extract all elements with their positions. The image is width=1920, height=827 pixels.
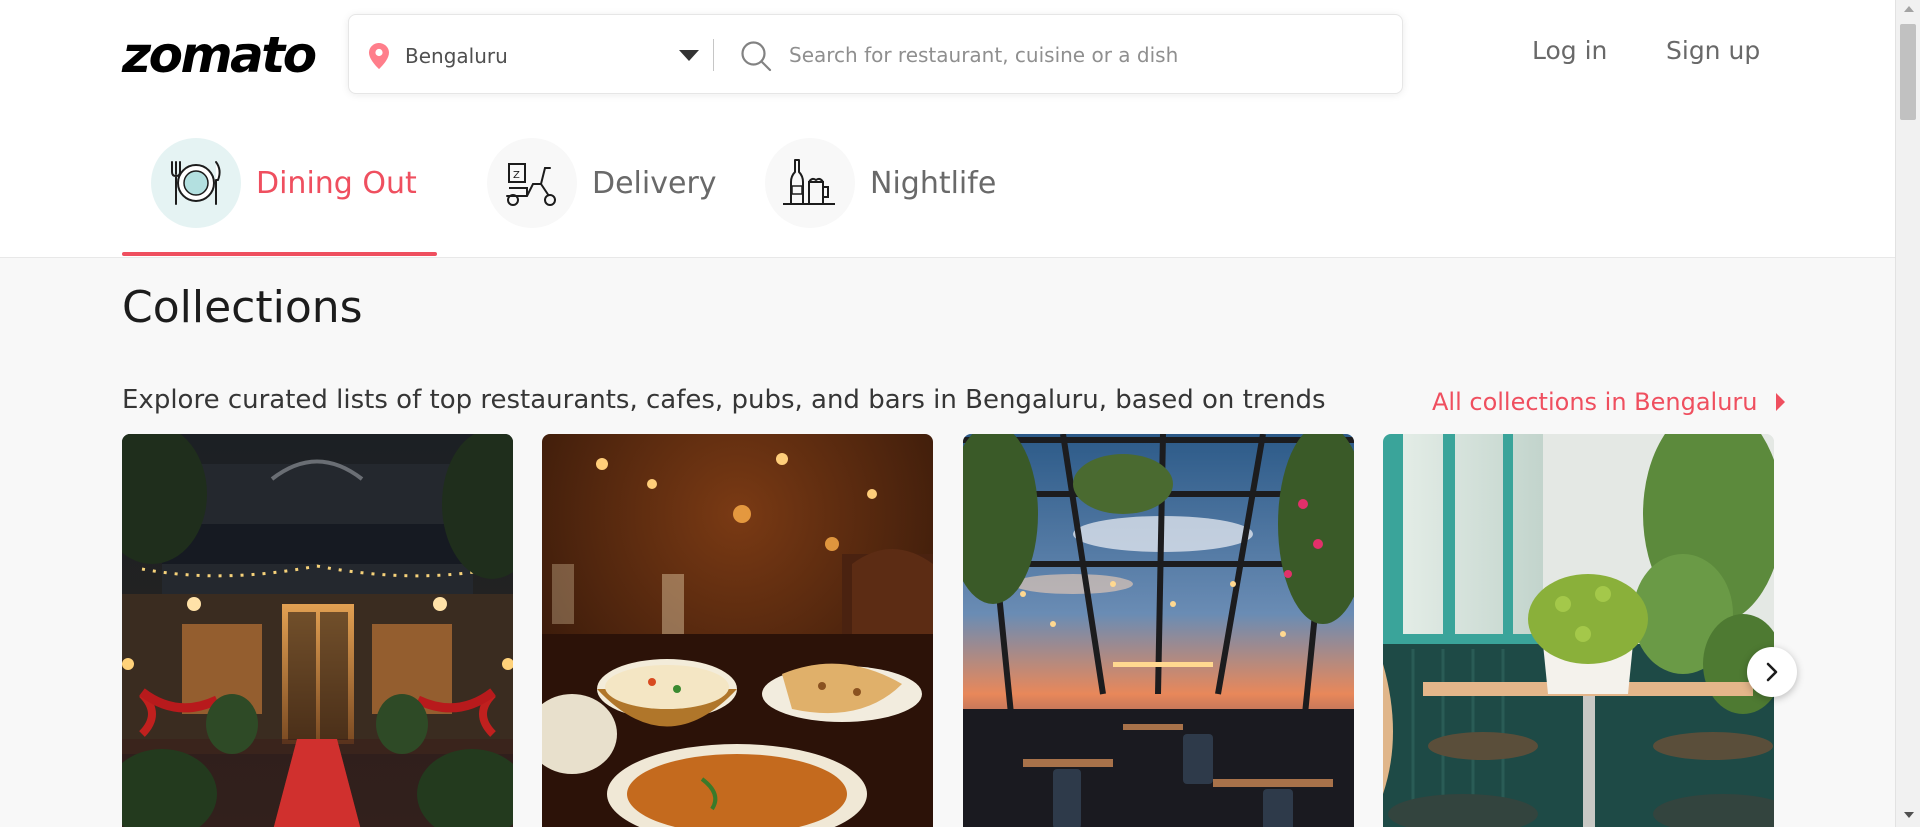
tab-label: Dining Out (256, 166, 417, 201)
scrollbar-thumb[interactable] (1900, 24, 1916, 120)
collection-image (963, 434, 1354, 827)
collection-card[interactable] (122, 434, 513, 827)
caret-down-icon[interactable] (679, 50, 699, 61)
zomato-logo[interactable]: zomato (122, 26, 317, 84)
collections-subtitle: Explore curated lists of top restaurants… (122, 385, 1326, 415)
all-collections-label: All collections in Bengaluru (1432, 388, 1758, 416)
all-collections-link[interactable]: All collections in Bengaluru (1432, 388, 1785, 416)
location-selector[interactable]: Bengaluru (405, 44, 508, 68)
search-bar: Bengaluru (348, 14, 1403, 94)
page-scrollbar[interactable] (1895, 0, 1920, 827)
collection-card[interactable] (1383, 434, 1774, 827)
svg-text:Z: Z (513, 170, 520, 181)
collection-image (122, 434, 513, 827)
collection-card[interactable] (963, 434, 1354, 827)
collections-title: Collections (122, 282, 363, 333)
top-navigation: zomato Bengaluru Log in Sign up Dining O… (0, 0, 1895, 258)
active-tab-indicator (122, 252, 437, 256)
scroll-down-arrow-icon[interactable] (1904, 812, 1914, 818)
signup-link[interactable]: Sign up (1666, 36, 1760, 65)
search-input[interactable] (789, 35, 1369, 75)
chevron-right-icon (1766, 662, 1778, 682)
collection-image (1383, 434, 1774, 827)
carousel-next-button[interactable] (1747, 647, 1797, 697)
tab-label: Nightlife (870, 166, 997, 201)
bottle-mug-icon (783, 159, 835, 205)
tab-icon-circle (765, 138, 855, 228)
tab-icon-circle (151, 138, 241, 228)
dining-icon (171, 161, 221, 205)
search-divider (713, 39, 714, 71)
search-icon (741, 41, 772, 72)
location-pin-icon (369, 43, 389, 69)
collection-card[interactable] (542, 434, 933, 827)
login-link[interactable]: Log in (1532, 36, 1607, 65)
tab-label: Delivery (592, 166, 717, 201)
tab-icon-circle: Z (487, 138, 577, 228)
scroll-up-arrow-icon[interactable] (1904, 6, 1914, 12)
scooter-icon: Z (506, 163, 556, 206)
collection-image (542, 434, 933, 827)
caret-right-icon (1775, 393, 1785, 411)
